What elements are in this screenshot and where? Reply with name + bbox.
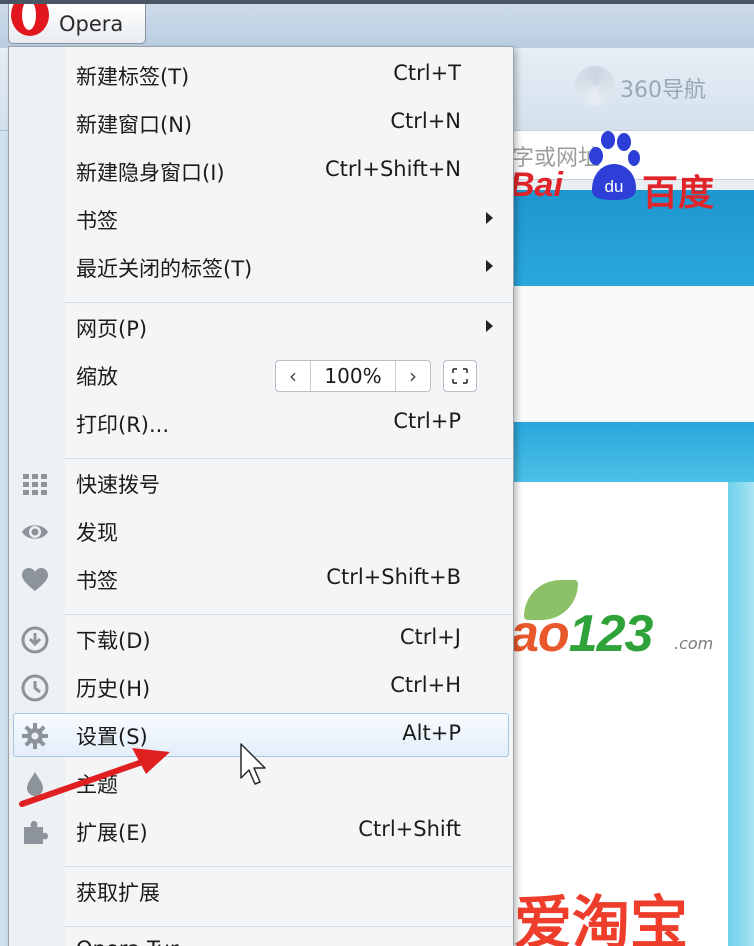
menu-item-history[interactable]: 历史(H) Ctrl+H xyxy=(9,664,513,710)
menu-item-settings[interactable]: 设置(S) Alt+P xyxy=(9,712,513,758)
menu-item-label: 网页(P) xyxy=(76,317,148,341)
menu-separator xyxy=(65,866,513,867)
droplet-icon xyxy=(27,772,43,796)
menu-item-bookmarks-submenu[interactable]: 书签 xyxy=(9,196,513,242)
menu-separator xyxy=(65,458,513,459)
baidu-logo-cn: 百度 xyxy=(642,173,715,214)
menu-item-label: 打印(R)... xyxy=(76,413,170,437)
taobao-logo[interactable]: 爱淘宝 xyxy=(514,890,688,946)
menu-item-opera-turbo[interactable]: Opera Tur xyxy=(9,928,513,946)
menu-item-shortcut: Ctrl+Shift xyxy=(358,817,461,841)
menu-item-label: 缩放 xyxy=(76,365,118,389)
zoom-out-button[interactable]: ‹ xyxy=(276,361,311,391)
menu-item-label: Opera Tur xyxy=(76,937,179,946)
menu-item-label: 历史(H) xyxy=(76,677,151,701)
menu-item-label: 主题 xyxy=(76,773,118,797)
web-page-content xyxy=(510,190,754,946)
gear-icon xyxy=(22,723,48,749)
menu-item-shortcut: Ctrl+J xyxy=(399,625,461,649)
opera-button-label: Opera xyxy=(59,12,124,36)
submenu-arrow-icon xyxy=(486,320,493,332)
opera-logo-icon xyxy=(9,4,49,40)
fullscreen-icon xyxy=(452,368,468,384)
hao123-suffix: .com xyxy=(674,634,714,653)
baidu-paw-text: du xyxy=(605,177,624,196)
baidu-logo-latin: Bai xyxy=(510,166,563,204)
hao123-prefix: ao xyxy=(510,605,570,663)
menu-item-shortcut: Ctrl+N xyxy=(390,109,461,133)
menu-item-downloads[interactable]: 下载(D) Ctrl+J xyxy=(9,616,513,662)
puzzle-piece-icon xyxy=(24,821,48,844)
zoom-in-button[interactable]: › xyxy=(395,361,430,391)
menu-item-new-tab[interactable]: 新建标签(T) Ctrl+T xyxy=(9,52,513,98)
download-icon xyxy=(21,626,49,654)
menu-item-shortcut: Ctrl+T xyxy=(393,61,461,85)
menu-item-label: 最近关闭的标签(T) xyxy=(76,257,253,281)
menu-item-label: 下载(D) xyxy=(76,629,151,653)
fullscreen-button[interactable] xyxy=(443,360,477,392)
menu-item-label: 发现 xyxy=(76,521,118,545)
menu-item-label: 书签 xyxy=(76,209,118,233)
menu-item-discover[interactable]: 发现 xyxy=(9,508,513,554)
menu-item-shortcut: Ctrl+H xyxy=(390,673,461,697)
baidu-paw-icon: du xyxy=(589,131,640,200)
menu-item-extensions[interactable]: 扩展(E) Ctrl+Shift xyxy=(9,808,513,854)
hao123-numbers: 123 xyxy=(568,605,654,663)
heart-icon xyxy=(22,568,48,591)
menu-item-get-extensions[interactable]: 获取扩展 xyxy=(9,868,513,914)
menu-item-page[interactable]: 网页(P) xyxy=(9,304,513,350)
menu-item-label: 扩展(E) xyxy=(76,821,148,845)
menu-item-label: 新建窗口(N) xyxy=(76,113,193,137)
menu-item-print[interactable]: 打印(R)... Ctrl+P xyxy=(9,400,513,446)
menu-item-label: 获取扩展 xyxy=(76,881,160,905)
page-side-strip xyxy=(728,482,754,946)
menu-item-label: 设置(S) xyxy=(76,725,148,749)
zoom-level: 100% xyxy=(324,364,382,388)
tab-favicon-icon xyxy=(575,66,615,106)
submenu-arrow-icon xyxy=(486,260,493,272)
menu-item-label: 新建隐身窗口(I) xyxy=(76,161,225,185)
menu-item-label: 新建标签(T) xyxy=(76,65,190,89)
menu-item-shortcut: Ctrl+P xyxy=(393,409,461,433)
menu-item-shortcut: Ctrl+Shift+B xyxy=(326,565,461,589)
menu-item-zoom: 缩放 ‹ 100% › xyxy=(9,352,513,398)
clock-icon xyxy=(21,674,49,702)
menu-item-shortcut: Ctrl+Shift+N xyxy=(325,157,461,181)
menu-item-new-private-window[interactable]: 新建隐身窗口(I) Ctrl+Shift+N xyxy=(9,148,513,194)
submenu-arrow-icon xyxy=(486,212,493,224)
opera-menu-button[interactable]: Opera xyxy=(8,4,146,44)
menu-item-bookmarks[interactable]: 书签 Ctrl+Shift+B xyxy=(9,556,513,602)
menu-item-speed-dial[interactable]: 快速拨号 xyxy=(9,460,513,506)
eye-icon xyxy=(22,525,48,539)
menu-separator xyxy=(65,926,513,927)
menu-item-themes[interactable]: 主题 xyxy=(9,760,513,806)
zoom-control: ‹ 100% › xyxy=(275,360,431,392)
menu-item-shortcut: Alt+P xyxy=(402,721,461,745)
page-blue-band xyxy=(510,422,754,482)
hao123-text: ao123 xyxy=(510,604,654,664)
hao123-logo[interactable]: ao123 .com xyxy=(510,580,754,670)
menu-item-recently-closed[interactable]: 最近关闭的标签(T) xyxy=(9,244,513,290)
baidu-logo[interactable]: Bai du 百度 xyxy=(510,126,754,214)
speed-dial-grid-icon xyxy=(23,474,47,495)
menu-item-label: 书签 xyxy=(76,569,118,593)
menu-item-label: 快速拨号 xyxy=(76,473,160,497)
menu-separator xyxy=(65,614,513,615)
sites-card xyxy=(510,482,728,946)
menu-item-new-window[interactable]: 新建窗口(N) Ctrl+N xyxy=(9,100,513,146)
opera-main-menu: 新建标签(T) Ctrl+T 新建窗口(N) Ctrl+N 新建隐身窗口(I) … xyxy=(8,46,514,946)
tab-title[interactable]: 360导航 xyxy=(620,72,706,104)
baidu-panel xyxy=(510,286,754,422)
menu-separator xyxy=(65,302,513,303)
